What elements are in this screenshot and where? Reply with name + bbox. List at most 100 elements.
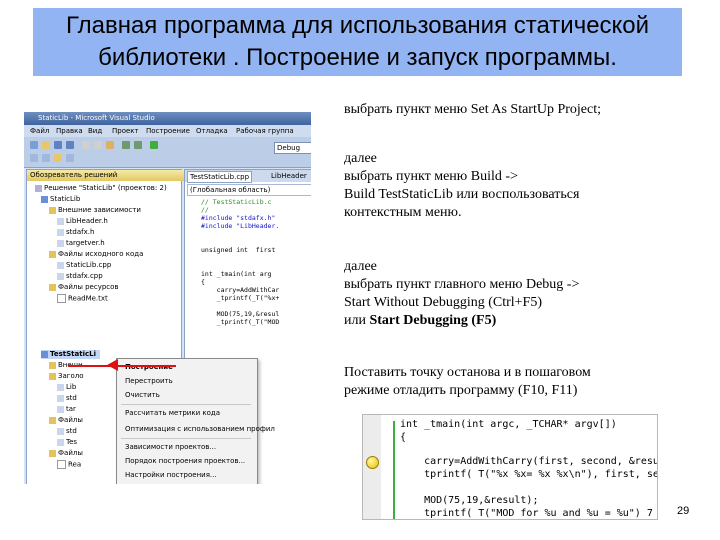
folder-icon [49,416,56,424]
instruction-text: Start Without Debugging (Ctrl+F5) [344,295,543,310]
code-line: { [201,278,205,286]
instruction-text: далее [344,151,377,166]
save-icon[interactable] [54,141,62,149]
tree-file[interactable]: Tes [57,438,77,447]
menu-item-rebuild[interactable]: Перестроить [125,377,173,386]
instruction-4: Поставить точку останова и в пошаговом р… [344,364,704,400]
code-line: tprintf( T("MOD for %u and %u = %u") 7 [400,508,653,519]
code-line: #include "LibHeader. [201,222,280,230]
tree-file[interactable]: stdafx.cpp [57,272,103,281]
header-file-icon [57,394,64,402]
menu-view[interactable]: Вид [88,127,102,135]
menu-separator [121,438,251,439]
instruction-text-start-debugging: Start Debugging (F5) [369,313,497,328]
tree-file[interactable]: std [57,394,77,403]
folder-icon [49,449,56,457]
tree-file[interactable]: stdafx.h [57,228,94,237]
tab-teststaticlib-cpp[interactable]: TestStaticLib.cpp [187,171,253,183]
cpp-file-icon [57,261,64,269]
slide-title-line-2: библиотеки . Построение и запуск програм… [98,44,617,71]
redo-icon[interactable] [134,141,142,149]
menu-separator [121,404,251,405]
code-line: _tprintf(_T("%x+ [201,294,280,302]
cpp-file-icon [57,427,64,435]
code-line: { [400,432,407,443]
cut-icon[interactable] [82,141,90,149]
new-project-icon[interactable] [30,141,38,149]
solution-configuration-select[interactable]: Debug [274,142,311,154]
menu-build[interactable]: Построение [146,127,190,135]
page-number: 29 [677,505,690,517]
instruction-text: Build TestStaticLib или воспользоваться [344,187,580,202]
vs-menu-bar: Файл Правка Вид Проект Построение Отладк… [24,125,311,137]
code-line: unsigned int first [201,246,276,254]
instruction-text: контекстным меню. [344,205,462,220]
toolbar-icon-c[interactable] [54,154,62,162]
open-icon[interactable] [42,141,50,149]
text-file-icon [57,294,66,303]
tree-file[interactable]: tar [57,405,76,414]
toolbar-icon-b[interactable] [42,154,50,162]
instruction-text: Поставить точку останова и в пошаговом [344,365,591,380]
cpp-file-icon [57,438,64,446]
tree-folder[interactable]: Файлы ресурсов [49,283,119,292]
tree-folder[interactable]: Файлы исходного кода [49,250,143,259]
instruction-text-or: или [344,313,370,328]
folder-icon [49,250,56,258]
menu-file[interactable]: Файл [30,127,49,135]
menu-item-build-order[interactable]: Порядок построения проектов... [125,457,245,466]
vs-window-title: StaticLib - Microsoft Visual Studio [38,114,155,122]
folder-icon [49,372,56,380]
menu-item-code-metrics[interactable]: Рассчитать метрики кода [125,409,220,418]
instruction-1: выбрать пункт меню Set As StartUp Projec… [344,101,704,119]
toolbar-icon-d[interactable] [66,154,74,162]
code-line: int _tmain(int arg [201,270,272,278]
visual-studio-screenshot: StaticLib - Microsoft Visual Studio Файл… [24,112,311,484]
tree-file[interactable]: targetver.h [57,239,105,248]
tree-folder[interactable]: Файлы [49,416,83,425]
tree-file[interactable]: std [57,427,77,436]
toolbar-icon-a[interactable] [30,154,38,162]
instruction-text: режиме отладить программу (F10, F11) [344,383,578,398]
slide-title-line-1: Главная программа для использования стат… [65,12,650,39]
editor-tab-strip: TestStaticLib.cpp LibHeader [185,170,311,183]
code-line: int _tmain(int argc, _TCHAR* argv[]) [400,419,617,430]
instruction-text: выбрать пункт главного меню Debug -> [344,277,580,292]
tree-folder[interactable]: Заголо [49,372,84,381]
paste-icon[interactable] [106,141,114,149]
tree-file[interactable]: Lib [57,383,76,392]
highlight-underline [68,365,176,367]
menu-item-build-settings[interactable]: Настройки построения... [125,471,217,480]
project-icon [41,195,48,203]
tree-file[interactable]: Rea [57,460,81,470]
copy-icon[interactable] [94,141,102,149]
menu-edit[interactable]: Правка [56,127,83,135]
header-file-icon [57,217,64,225]
code-line: // TestStaticLib.c [201,198,272,206]
tree-project-staticlib[interactable]: StaticLib [41,195,80,204]
tree-file[interactable]: StaticLib.cpp [57,261,111,270]
folder-icon [49,283,56,291]
start-debug-icon[interactable] [150,141,158,149]
solution-icon [35,184,42,192]
tree-file[interactable]: LibHeader.h [57,217,108,226]
menu-item-project-dependencies[interactable]: Зависимости проектов... [125,443,216,452]
tree-project-teststaticlib[interactable]: TestStaticLi [41,350,100,359]
menu-item-clean[interactable]: Очистить [125,391,160,400]
menu-item-profile-optimization[interactable]: Оптимизация с использованием профил [125,425,275,434]
tree-file[interactable]: ReadMe.txt [57,294,108,304]
tree-external-deps[interactable]: Внешние зависимости [49,206,141,215]
instruction-2: далее выбрать пункт меню Build -> Build … [344,150,704,222]
tree-folder[interactable]: Файлы [49,449,83,458]
instruction-text: выбрать пункт меню Build -> [344,169,518,184]
undo-icon[interactable] [122,141,130,149]
breakpoint-icon[interactable] [366,456,379,469]
menu-team[interactable]: Рабочая группа [236,127,294,135]
code-line: carry=AddWithCarry(first, second, &resu [400,456,658,467]
menu-debug[interactable]: Отладка [196,127,228,135]
scope-dropdown[interactable]: (Глобальная область) [187,184,311,196]
save-all-icon[interactable] [66,141,74,149]
menu-project[interactable]: Проект [112,127,139,135]
tab-libheader[interactable]: LibHeader [269,171,309,181]
tree-solution[interactable]: Решение "StaticLib" (проектов: 2) [35,184,167,193]
